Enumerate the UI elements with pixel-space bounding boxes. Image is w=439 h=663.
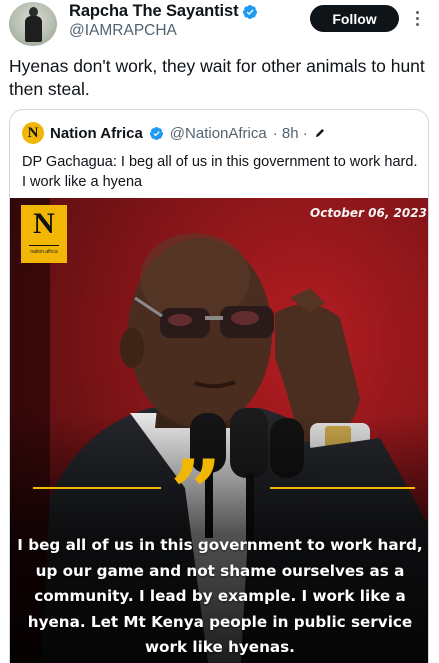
logo-letter: N [33, 207, 55, 240]
image-date: October 06, 2023 [310, 206, 427, 220]
quote-marks-icon: ” [170, 440, 222, 546]
more-options-icon[interactable] [408, 6, 426, 30]
author-name[interactable]: Rapcha The Sayantist [69, 2, 239, 21]
quoted-tweet-text: DP Gachagua: I beg all of us in this gov… [22, 154, 418, 190]
quoted-author-handle[interactable]: @NationAfrica [170, 125, 267, 142]
tweet-text: Hyenas don't work, they wait for other a… [9, 56, 425, 99]
follow-button[interactable]: Follow [310, 5, 399, 32]
quoted-tweet-header: N Nation Africa @NationAfrica · 8h · [22, 122, 326, 144]
avatar[interactable] [9, 2, 57, 46]
quoted-avatar[interactable]: N [22, 122, 44, 144]
verified-badge-icon [149, 126, 163, 140]
logo-caption: nation.africa [30, 249, 58, 255]
verified-badge-icon [243, 4, 258, 19]
edited-pencil-icon [315, 129, 324, 137]
quoted-author-name[interactable]: Nation Africa [50, 125, 143, 142]
quoted-timestamp[interactable]: · 8h · [273, 125, 308, 142]
tweet-header: Rapcha The Sayantist @IAMRAPCHA Follow [0, 0, 439, 52]
image-quote-text: I beg all of us in this government to wo… [17, 536, 423, 656]
author-name-row[interactable]: Rapcha The Sayantist [69, 2, 258, 21]
nation-africa-logo: N nation.africa [21, 205, 67, 263]
author-handle[interactable]: @IAMRAPCHA [69, 22, 177, 40]
quote-divider: ” [10, 448, 428, 538]
quoted-tweet[interactable]: N Nation Africa @NationAfrica · 8h · DP … [9, 109, 429, 663]
quoted-image[interactable]: N nation.africa October 06, 2023 ” I beg… [10, 198, 428, 663]
